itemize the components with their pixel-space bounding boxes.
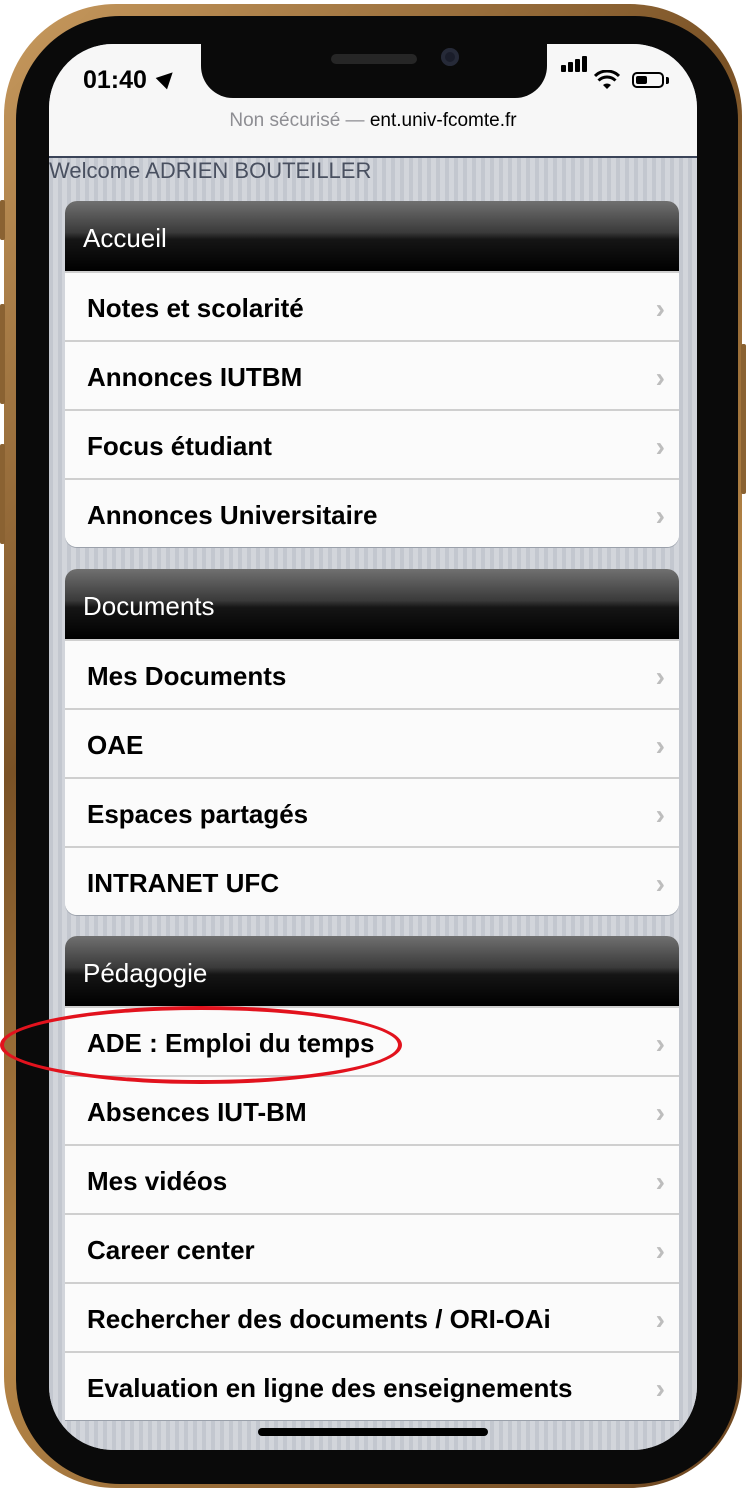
menu-item-label: INTRANET UFC [87,868,280,898]
front-camera [441,48,459,66]
menu-item-evaluation-enseignements[interactable]: Evaluation en ligne des enseignements › [65,1351,679,1420]
menu-item-oae[interactable]: OAE › [65,708,679,777]
menu-item-label: Notes et scolarité [87,293,304,323]
menu-item-label: Annonces Universitaire [87,500,378,530]
menu-item-absences-iut-bm[interactable]: Absences IUT-BM › [65,1075,679,1144]
menu-item-label: Mes vidéos [87,1166,228,1196]
speaker-grille [331,54,417,64]
chevron-right-icon: › [655,1166,665,1197]
section-header-documents: Documents [65,569,679,639]
menu-item-label: Absences IUT-BM [87,1097,307,1127]
section-header-pedagogie: Pédagogie [65,936,679,1006]
chevron-right-icon: › [655,500,665,531]
battery-icon [632,72,664,88]
status-time: 01:40 [83,66,147,94]
menu-item-rechercher-documents[interactable]: Rechercher des documents / ORI-OAi › [65,1282,679,1351]
menu-item-label: Espaces partagés [87,799,309,829]
insecure-label: Non sécurisé [229,110,341,131]
page-content: Welcome ADRIEN BOUTEILLER Accueil Notes … [49,158,697,1450]
section-accueil: Accueil Notes et scolarité › Annonces IU… [65,201,679,547]
menu-item-focus-etudiant[interactable]: Focus étudiant › [65,409,679,478]
battery-cap [666,77,669,84]
menu-item-notes-scolarite[interactable]: Notes et scolarité › [65,271,679,340]
menu-item-label: Focus étudiant [87,431,272,461]
address-domain: ent.univ-fcomte.fr [369,110,517,131]
location-arrow-icon [155,66,179,90]
menu-item-label: Annonces IUTBM [87,362,303,392]
side-button [0,200,5,240]
menu-item-label: Mes Documents [87,661,287,691]
chevron-right-icon: › [655,730,665,761]
volume-up-button [0,304,5,404]
chevron-right-icon: › [655,868,665,899]
menu-item-annonces-iutbm[interactable]: Annonces IUTBM › [65,340,679,409]
welcome-text: Welcome ADRIEN BOUTEILLER [49,158,372,183]
menu-item-annonces-universitaire[interactable]: Annonces Universitaire › [65,478,679,547]
menu-item-career-center[interactable]: Career center › [65,1213,679,1282]
phone-screen: 01:40 Non sécurisé — ent.univ-fcomte.fr … [49,44,697,1450]
chevron-right-icon: › [655,431,665,462]
menu-item-intranet-ufc[interactable]: INTRANET UFC › [65,846,679,915]
chevron-right-icon: › [655,661,665,692]
menu-item-label: Evaluation en ligne des enseignements [87,1373,573,1403]
section-documents: Documents Mes Documents › OAE › Espaces … [65,569,679,915]
chevron-right-icon: › [655,362,665,393]
menu-item-label: Career center [87,1235,255,1265]
wifi-icon [594,70,620,89]
battery-level [636,76,647,84]
menu-item-mes-videos[interactable]: Mes vidéos › [65,1144,679,1213]
menu-item-label: Rechercher des documents / ORI-OAi [87,1304,551,1334]
power-button [741,344,746,494]
volume-down-button [0,444,5,544]
chevron-right-icon: › [655,293,665,324]
home-indicator[interactable] [258,1428,488,1436]
chevron-right-icon: › [655,1235,665,1266]
chevron-right-icon: › [655,1373,665,1404]
notch [201,44,547,98]
section-header-accueil: Accueil [65,201,679,271]
chevron-right-icon: › [655,1097,665,1128]
address-separator: — [340,110,370,131]
highlight-ellipse [0,1006,402,1084]
menu-item-espaces-partages[interactable]: Espaces partagés › [65,777,679,846]
chevron-right-icon: › [655,1304,665,1335]
menu-item-mes-documents[interactable]: Mes Documents › [65,639,679,708]
chevron-right-icon: › [655,799,665,830]
address-bar[interactable]: Non sécurisé — ent.univ-fcomte.fr [49,110,697,132]
chevron-right-icon: › [655,1028,665,1059]
menu-item-label: OAE [87,730,144,760]
